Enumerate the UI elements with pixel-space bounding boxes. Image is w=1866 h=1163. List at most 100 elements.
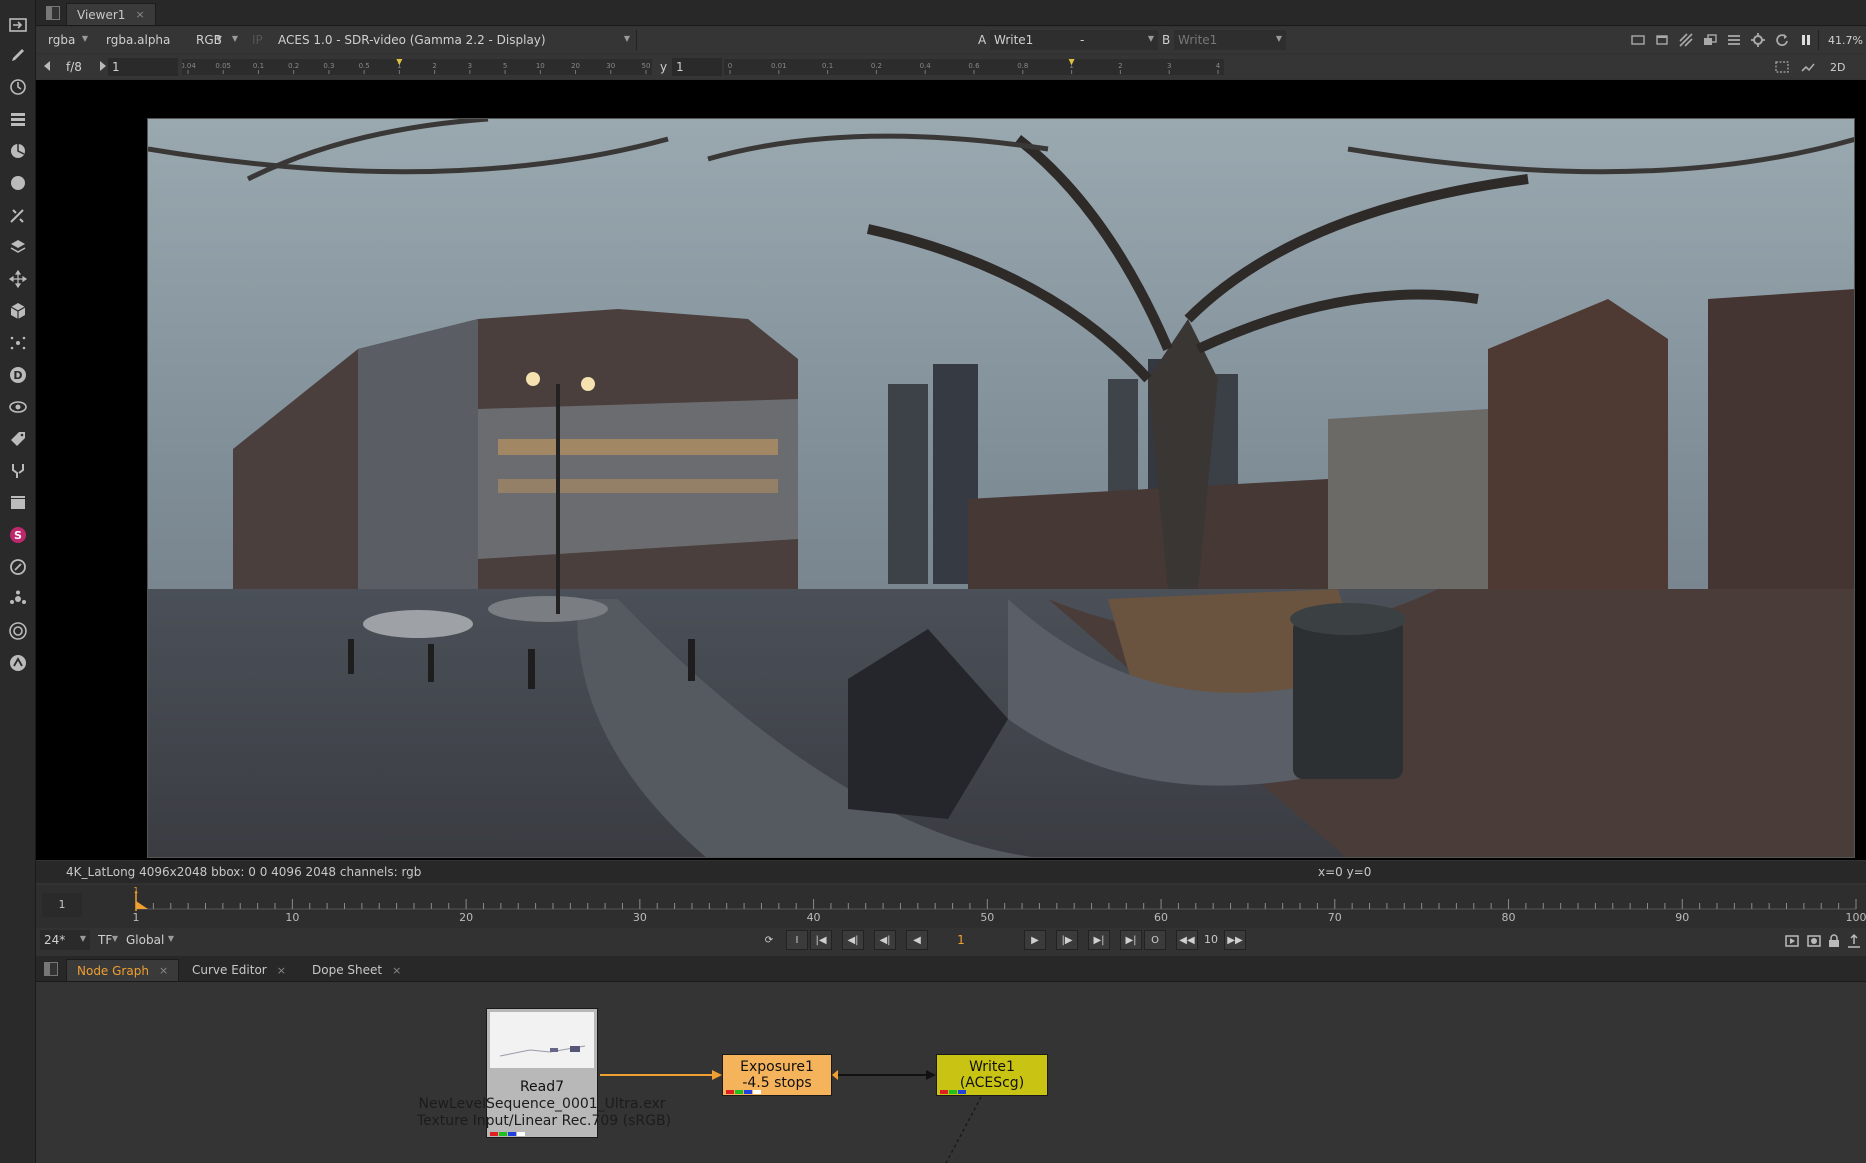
- zoom-value: 41.7⁠%: [1828, 33, 1863, 47]
- lock-icon[interactable]: [1826, 933, 1842, 949]
- unreal-reader-icon[interactable]: [5, 650, 31, 676]
- refresh-icon[interactable]: [1774, 32, 1790, 48]
- compare-mode-dropdown[interactable]: - ▼: [1076, 30, 1158, 50]
- zoom-level[interactable]: 41.7⁠%: [1824, 30, 1864, 50]
- color-icon[interactable]: [5, 138, 31, 164]
- display-transform-dropdown[interactable]: ACES 1.0 - SDR-video (Gamma 2.2 - Displa…: [274, 30, 634, 50]
- display-channels-dropdown[interactable]: RGB ▼: [192, 30, 242, 50]
- image-toolbar-icon[interactable]: [5, 12, 31, 38]
- ocula-icon[interactable]: [5, 586, 31, 612]
- overlay-icon[interactable]: [1702, 32, 1718, 48]
- loop-icon[interactable]: ⟳: [758, 930, 780, 950]
- step-forward-button[interactable]: |▶: [1056, 930, 1078, 950]
- tab-node-graph[interactable]: Node Graph ×: [66, 959, 180, 981]
- toolsets-icon[interactable]: [5, 458, 31, 484]
- tab-curve-editor-label: Curve Editor: [192, 963, 267, 977]
- close-icon[interactable]: ×: [135, 8, 144, 21]
- chevron-down-icon: ▼: [623, 34, 630, 43]
- step-back-button[interactable]: ◀|: [874, 930, 896, 950]
- pane-menu-icon[interactable]: [44, 962, 58, 976]
- chevron-down-icon: ▼: [81, 34, 88, 43]
- particles-icon[interactable]: [5, 330, 31, 356]
- close-icon[interactable]: ×: [159, 964, 168, 977]
- exposure-node[interactable]: Exposure1 -4.5 stops: [722, 1054, 832, 1096]
- gain-tick-label: 5: [503, 62, 507, 70]
- region-select-icon[interactable]: [1774, 59, 1790, 75]
- filter-icon[interactable]: [5, 170, 31, 196]
- in-frame-field[interactable]: 1: [42, 893, 82, 917]
- view-mode-dropdown[interactable]: 2D: [1826, 57, 1856, 77]
- previous-keyframe-button[interactable]: ◀|: [842, 930, 864, 950]
- close-icon[interactable]: ×: [277, 964, 286, 977]
- panel-tab-bar: Node Graph × Curve Editor × Dope Sheet ×: [36, 956, 1866, 982]
- gamma-tick-label: 0.01: [771, 62, 787, 70]
- metadata-icon[interactable]: [5, 426, 31, 452]
- list-icon[interactable]: [1726, 32, 1742, 48]
- range-dropdown[interactable]: Global ▼: [122, 930, 178, 950]
- channels-dropdown[interactable]: rgba ▼: [44, 30, 92, 50]
- close-icon[interactable]: ×: [392, 964, 401, 977]
- last-frame-button[interactable]: ▶|: [1120, 930, 1142, 950]
- ip-button[interactable]: IP: [248, 30, 270, 50]
- proxy-icon[interactable]: [1654, 32, 1670, 48]
- gain-tick-label: 10: [536, 62, 545, 70]
- tab-curve-editor[interactable]: Curve Editor ×: [182, 959, 296, 981]
- pause-icon[interactable]: [1798, 32, 1814, 48]
- record-icon[interactable]: [1806, 933, 1822, 949]
- merge-icon[interactable]: [5, 234, 31, 260]
- settings-gear-icon[interactable]: [1750, 32, 1766, 48]
- compare-mode-value: -: [1080, 33, 1085, 47]
- deep-icon[interactable]: D: [5, 362, 31, 388]
- other-icon[interactable]: [5, 490, 31, 516]
- draw-icon[interactable]: [5, 42, 31, 68]
- gamma-input[interactable]: 1: [672, 58, 722, 76]
- out-point-button[interactable]: O: [1144, 930, 1166, 950]
- timeline[interactable]: 1 1 10 20 30 40 50 60 70 80 90 100 1: [36, 885, 1866, 930]
- gain-slider[interactable]: 0.04 0.05 0.1 0.2 0.3 0.5 1 2 3 5 10 20 30 50: [182, 57, 652, 77]
- furnace-icon[interactable]: [5, 554, 31, 580]
- input-b-dropdown[interactable]: Write1 ▼: [1174, 30, 1286, 50]
- in-point-button[interactable]: I: [786, 930, 808, 950]
- next-stop-icon[interactable]: [98, 60, 108, 72]
- fps-dropdown[interactable]: 24* ▼: [40, 930, 90, 950]
- views-icon[interactable]: [5, 394, 31, 420]
- input-a-letter: A: [978, 33, 987, 47]
- timeline-ruler[interactable]: 1 10 20 30 40 50 60 70 80 90 100 1: [86, 885, 1866, 930]
- skip-increment-field[interactable]: 10: [1200, 930, 1222, 950]
- clipping-warning-icon[interactable]: [1678, 32, 1694, 48]
- roi-icon[interactable]: [1630, 32, 1646, 48]
- gain-tick-label: 0.1: [253, 62, 264, 70]
- cara-vr-icon[interactable]: [5, 618, 31, 644]
- skip-back-button[interactable]: ◀◀: [1176, 930, 1198, 950]
- smartvector-icon[interactable]: S: [5, 522, 31, 548]
- gamma-slider[interactable]: 0 0.01 0.1 0.2 0.4 0.6 0.8 1 2 3 4: [724, 57, 1224, 77]
- write-node[interactable]: Write1 (ACEScg): [936, 1054, 1048, 1096]
- skip-forward-button[interactable]: ▶▶: [1224, 930, 1246, 950]
- next-keyframe-button[interactable]: ▶|: [1088, 930, 1110, 950]
- first-frame-button[interactable]: |◀: [810, 930, 832, 950]
- play-backward-button[interactable]: ◀: [906, 930, 928, 950]
- chevron-down-icon: ▼: [1275, 34, 1282, 43]
- 3d-icon[interactable]: [5, 298, 31, 324]
- previous-stop-icon[interactable]: [42, 60, 52, 72]
- fstop-button[interactable]: f/8: [62, 57, 102, 77]
- play-forward-button[interactable]: ▶: [1024, 930, 1046, 950]
- keyer-icon[interactable]: [5, 202, 31, 228]
- time-icon[interactable]: [5, 74, 31, 100]
- tab-viewer1[interactable]: Viewer1 ×: [66, 3, 156, 25]
- pane-menu-icon[interactable]: [46, 6, 60, 20]
- write-node-name: Write1: [969, 1059, 1015, 1075]
- tab-dope-sheet[interactable]: Dope Sheet ×: [302, 959, 411, 981]
- in-frame-value: 1: [58, 898, 66, 911]
- timecode-dropdown[interactable]: TF ▼: [94, 930, 122, 950]
- current-frame-field[interactable]: 1: [938, 930, 984, 950]
- display-channels-value: RGB: [196, 33, 222, 47]
- view-options-icon[interactable]: [1800, 59, 1816, 75]
- channel-icon[interactable]: [5, 106, 31, 132]
- transform-icon[interactable]: [5, 266, 31, 292]
- flipbook-icon[interactable]: [1784, 933, 1800, 949]
- node-graph-canvas[interactable]: Read7 NewLevelSequence_0001_Ultra.exr Te…: [36, 982, 1866, 1163]
- playhead-handle[interactable]: [136, 901, 148, 909]
- gain-input[interactable]: 1: [108, 58, 178, 76]
- export-icon[interactable]: [1846, 933, 1862, 949]
